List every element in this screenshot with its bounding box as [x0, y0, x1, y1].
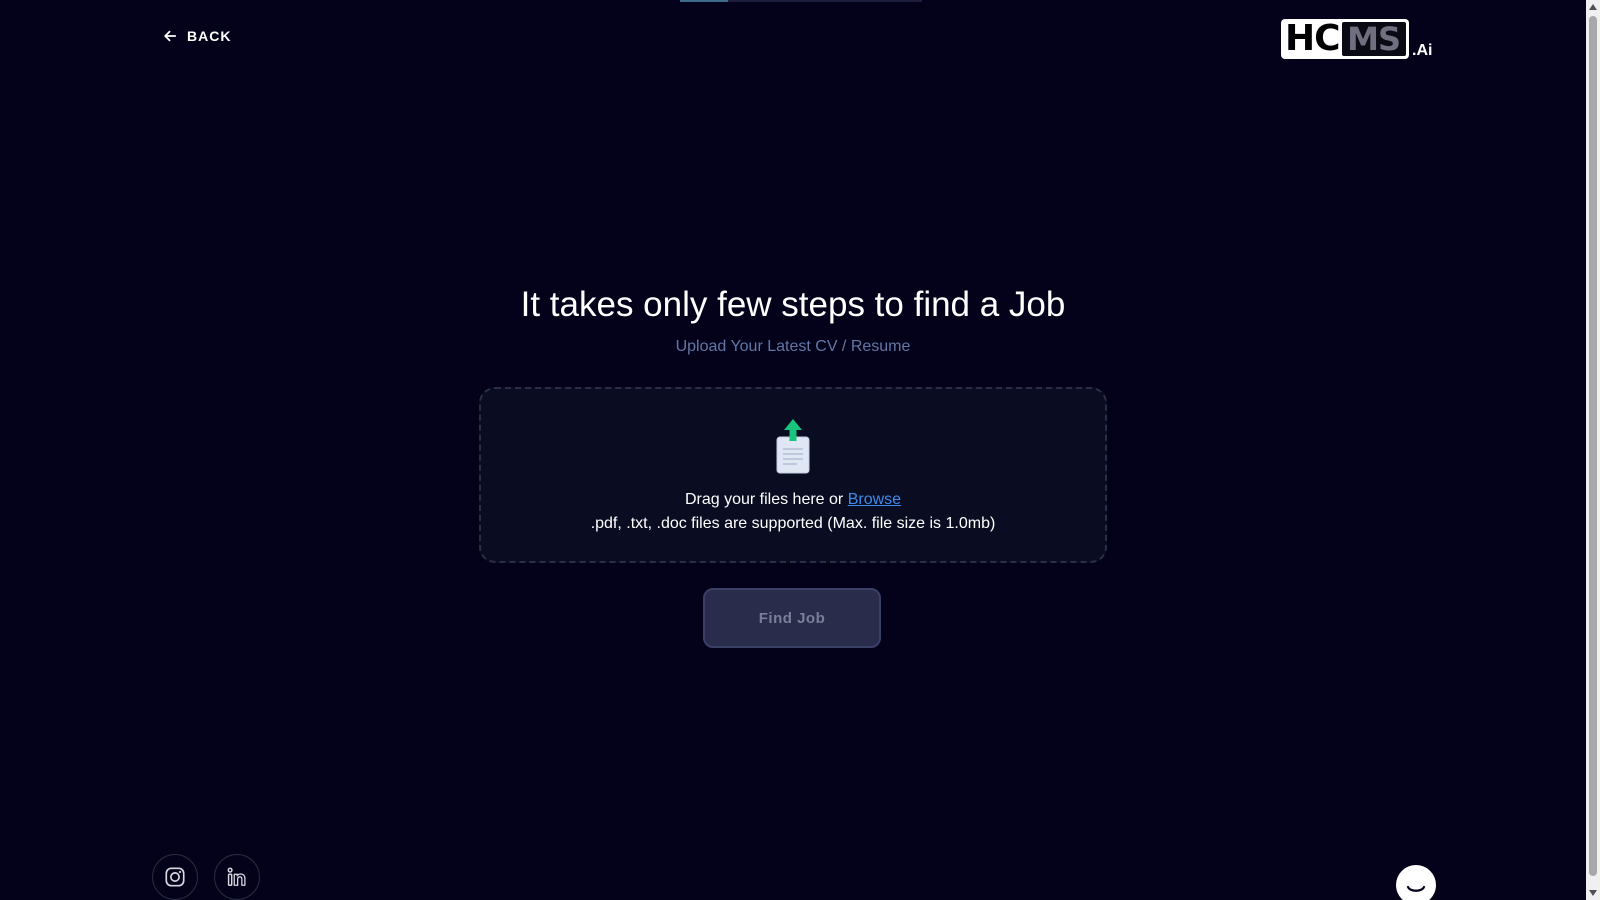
linkedin-link[interactable] — [214, 854, 260, 900]
top-progress-bar — [680, 0, 922, 2]
chat-launcher-button[interactable] — [1396, 865, 1436, 900]
logo-suffix: .Ai — [1412, 42, 1433, 59]
back-label: BACK — [187, 28, 232, 44]
dropzone-prompt-text: Drag your files here or — [684, 491, 848, 508]
page-title: It takes only few steps to find a Job — [520, 285, 1066, 324]
caret-down-icon — [1589, 890, 1597, 896]
logo-secondary-text: MS — [1341, 22, 1406, 56]
instagram-icon — [165, 867, 185, 887]
logo-box: HC MS — [1281, 19, 1409, 59]
scroll-thumb[interactable] — [1589, 16, 1597, 876]
vertical-scrollbar[interactable] — [1586, 0, 1600, 900]
smile-icon — [1406, 885, 1426, 892]
caret-up-icon — [1589, 4, 1597, 10]
scroll-up-button[interactable] — [1586, 0, 1600, 14]
scroll-down-button[interactable] — [1586, 886, 1600, 900]
arrow-left-icon — [164, 30, 177, 42]
find-job-button[interactable]: Find Job — [703, 588, 881, 648]
top-progress-fill — [680, 0, 729, 2]
page-subtitle: Upload Your Latest CV / Resume — [675, 338, 911, 355]
back-button[interactable]: BACK — [163, 28, 231, 44]
logo-primary-text: HC — [1285, 18, 1341, 59]
supported-files-note: .pdf, .txt, .doc files are supported (Ma… — [590, 515, 996, 532]
hcms-logo[interactable]: HC MS .Ai — [1281, 19, 1432, 59]
dropzone-prompt: Drag your files here or Browse — [481, 491, 1105, 509]
browse-link[interactable]: Browse — [848, 491, 901, 508]
file-upload-icon — [776, 419, 810, 474]
instagram-link[interactable] — [152, 854, 198, 900]
file-dropzone[interactable]: Drag your files here or Browse .pdf, .tx… — [479, 387, 1107, 563]
linkedin-icon — [227, 867, 246, 886]
